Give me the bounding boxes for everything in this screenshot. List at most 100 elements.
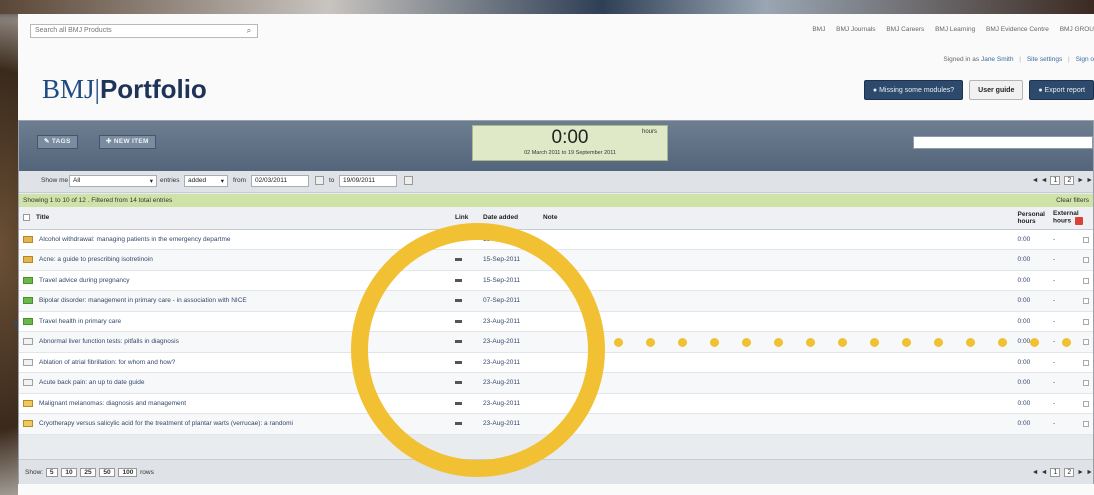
tags-button[interactable]: ✎ TAGS: [37, 135, 78, 149]
top-link-careers[interactable]: BMJ Careers: [886, 26, 924, 33]
link-icon[interactable]: [455, 360, 462, 364]
row-link[interactable]: [451, 311, 479, 332]
link-icon[interactable]: [455, 299, 462, 303]
table-row[interactable]: Abnormal liver function tests: pitfalls …: [19, 331, 1093, 353]
link-icon[interactable]: [455, 319, 462, 323]
user-guide-button[interactable]: User guide: [969, 80, 1024, 100]
table-row[interactable]: Acne: a guide to prescribing isotretinoi…: [19, 249, 1093, 271]
select-all-checkbox[interactable]: [23, 214, 30, 222]
new-item-button[interactable]: ✚ NEW ITEM: [99, 135, 156, 149]
first-page-icon[interactable]: ◄: [1032, 177, 1039, 184]
row-checkbox[interactable]: [1083, 421, 1089, 428]
row-title-link[interactable]: Malignant melanomas: diagnosis and manag…: [39, 400, 186, 407]
rows-option-50[interactable]: 50: [99, 468, 115, 477]
row-title[interactable]: Alcohol withdrawal: managing patients in…: [19, 229, 451, 250]
col-date[interactable]: Date added: [479, 207, 539, 230]
row-title[interactable]: Travel advice during pregnancy: [19, 270, 451, 291]
sign-out-link[interactable]: Sign o: [1076, 56, 1094, 63]
row-title-link[interactable]: Travel health in primary care: [39, 318, 121, 325]
entries-select[interactable]: added ▾: [184, 175, 228, 187]
row-link[interactable]: [451, 413, 479, 435]
row-link[interactable]: [451, 249, 479, 271]
link-icon[interactable]: [455, 278, 462, 282]
to-date-input[interactable]: 19/09/2011: [339, 175, 397, 187]
row-title[interactable]: Abnormal liver function tests: pitfalls …: [19, 331, 451, 353]
top-link-bmj[interactable]: BMJ: [812, 26, 825, 33]
search-input[interactable]: Search all BMJ Products ⌕: [30, 24, 258, 38]
bmj-portfolio-logo[interactable]: BMJ|Portfolio: [42, 74, 207, 105]
col-note[interactable]: Note: [539, 207, 1014, 230]
calendar-icon[interactable]: [315, 176, 324, 185]
next-page-icon[interactable]: ►: [1077, 177, 1084, 184]
row-title-link[interactable]: Abnormal liver function tests: pitfalls …: [39, 338, 179, 345]
rows-option-25[interactable]: 25: [80, 468, 96, 477]
row-checkbox[interactable]: [1083, 318, 1089, 325]
panel-search-input[interactable]: [913, 136, 1093, 149]
page-2[interactable]: 2: [1064, 468, 1075, 477]
col-link[interactable]: Link: [451, 207, 479, 230]
col-external[interactable]: External hours: [1049, 207, 1093, 230]
link-icon[interactable]: [455, 381, 462, 385]
row-link[interactable]: [451, 352, 479, 373]
table-row[interactable]: Bipolar disorder: management in primary …: [19, 290, 1093, 312]
table-row[interactable]: Travel health in primary care 23-Aug-2011…: [19, 311, 1093, 332]
top-link-journals[interactable]: BMJ Journals: [836, 26, 875, 33]
row-title-link[interactable]: Acute back pain: an up to date guide: [39, 379, 145, 386]
col-personal[interactable]: Personal hours: [1013, 207, 1049, 230]
row-checkbox[interactable]: [1083, 277, 1089, 284]
table-row[interactable]: Acute back pain: an up to date guide 23-A…: [19, 372, 1093, 394]
top-link-evidence[interactable]: BMJ Evidence Centre: [986, 26, 1049, 33]
link-icon[interactable]: [455, 401, 462, 405]
link-icon[interactable]: [455, 340, 462, 344]
missing-modules-button[interactable]: ● Missing some modules?: [863, 80, 964, 100]
first-page-icon[interactable]: ◄: [1032, 469, 1039, 476]
delete-icon[interactable]: [1075, 217, 1084, 226]
col-title[interactable]: Title: [19, 207, 451, 230]
row-title[interactable]: Ablation of atrial fibrillation: for who…: [19, 352, 451, 373]
link-icon[interactable]: [455, 422, 462, 426]
site-settings-link[interactable]: Site settings: [1027, 56, 1062, 63]
top-link-learning[interactable]: BMJ Learning: [935, 26, 975, 33]
last-page-icon[interactable]: ►: [1086, 469, 1093, 476]
table-row[interactable]: Malignant melanomas: diagnosis and manag…: [19, 393, 1093, 414]
link-icon[interactable]: [455, 237, 462, 241]
row-title-link[interactable]: Bipolar disorder: management in primary …: [39, 297, 247, 304]
row-checkbox[interactable]: [1083, 380, 1089, 387]
next-page-icon[interactable]: ►: [1077, 469, 1084, 476]
link-icon[interactable]: [455, 258, 462, 262]
rows-option-100[interactable]: 100: [118, 468, 138, 477]
row-title[interactable]: Acne: a guide to prescribing isotretinoi…: [19, 249, 451, 271]
prev-page-icon[interactable]: ◄: [1041, 177, 1048, 184]
row-title-link[interactable]: Alcohol withdrawal: managing patients in…: [39, 236, 231, 243]
row-link[interactable]: [451, 290, 479, 312]
table-row[interactable]: Ablation of atrial fibrillation: for who…: [19, 352, 1093, 373]
row-checkbox[interactable]: [1083, 298, 1089, 305]
row-title-link[interactable]: Cryotherapy versus salicylic acid for th…: [39, 420, 293, 427]
page-2[interactable]: 2: [1064, 176, 1075, 185]
row-link[interactable]: [451, 331, 479, 353]
row-checkbox[interactable]: [1083, 339, 1089, 346]
from-date-input[interactable]: 02/03/2011: [251, 175, 309, 187]
user-name-link[interactable]: Jane Smith: [981, 56, 1014, 63]
export-report-button[interactable]: ● Export report: [1029, 80, 1094, 100]
row-link[interactable]: [451, 270, 479, 291]
row-title[interactable]: Malignant melanomas: diagnosis and manag…: [19, 393, 451, 414]
row-title[interactable]: Travel health in primary care: [19, 311, 451, 332]
table-row[interactable]: Alcohol withdrawal: managing patients in…: [19, 229, 1093, 250]
search-icon[interactable]: ⌕: [243, 26, 255, 36]
table-row[interactable]: Cryotherapy versus salicylic acid for th…: [19, 413, 1093, 435]
row-title-link[interactable]: Acne: a guide to prescribing isotretinoi…: [39, 256, 153, 263]
table-row[interactable]: Travel advice during pregnancy 15-Sep-201…: [19, 270, 1093, 291]
clear-filters-link[interactable]: Clear filters: [1056, 197, 1089, 204]
row-title[interactable]: Cryotherapy versus salicylic acid for th…: [19, 413, 451, 435]
show-me-select[interactable]: All ▾: [69, 175, 157, 187]
row-link[interactable]: [451, 229, 479, 250]
calendar-icon[interactable]: [404, 176, 413, 185]
top-link-group[interactable]: BMJ GROU: [1060, 26, 1094, 33]
row-title-link[interactable]: Travel advice during pregnancy: [39, 277, 129, 284]
row-link[interactable]: [451, 372, 479, 394]
row-checkbox[interactable]: [1083, 400, 1089, 407]
row-checkbox[interactable]: [1083, 359, 1089, 366]
rows-option-5[interactable]: 5: [45, 468, 58, 477]
row-checkbox[interactable]: [1083, 257, 1089, 264]
